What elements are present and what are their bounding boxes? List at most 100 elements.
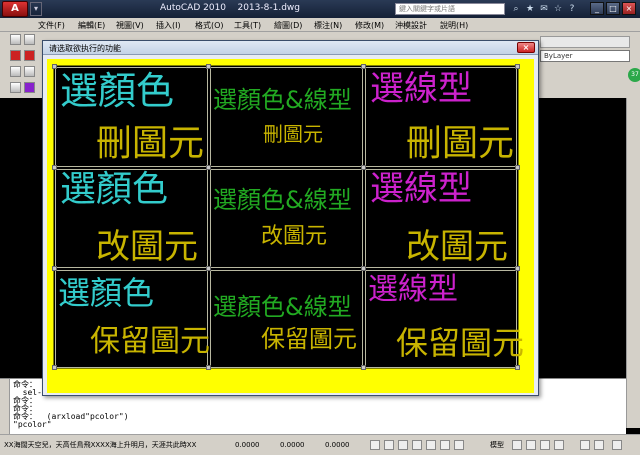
action-label: 刪圖元 <box>96 123 205 164</box>
model-tab[interactable]: 模型 <box>490 440 504 450</box>
menu-modify[interactable]: 修改(M) <box>355 20 384 31</box>
grip-point <box>52 64 57 69</box>
action-label: 保留圖元 <box>90 324 210 359</box>
grip-point <box>52 365 57 370</box>
close-button[interactable]: × <box>622 2 636 15</box>
command-window-grip[interactable] <box>0 379 10 435</box>
grip-point <box>361 64 366 69</box>
dialog-close-button[interactable]: × <box>517 42 535 53</box>
filter-label: 選線型 <box>370 169 472 209</box>
lock-icon[interactable] <box>594 440 604 450</box>
color-linetype-delete-button[interactable]: 選顏色&線型刪圖元 <box>210 67 363 167</box>
menu-bar: 文件(F) 編輯(E) 視圖(V) 插入(I) 格式(O) 工具(T) 繪圖(D… <box>0 18 640 32</box>
color-linetype-keep-button[interactable]: 選顏色&線型保留圖元 <box>210 270 363 368</box>
coordinate-z: 0.0000 <box>325 441 350 449</box>
workspace-icon[interactable] <box>580 440 590 450</box>
new-file-icon[interactable] <box>10 34 21 45</box>
minimize-button[interactable]: _ <box>590 2 604 15</box>
lineweight-toggle-icon[interactable] <box>454 440 464 450</box>
filter-label: 選顏色 <box>58 274 155 312</box>
color-keep-button[interactable]: 選顏色保留圖元 <box>55 270 210 368</box>
linetype-keep-button[interactable]: 選線型 保留圖元 <box>365 270 524 368</box>
toolbar-tool-icon[interactable] <box>10 66 21 77</box>
grip-point <box>52 165 57 170</box>
menu-tools[interactable]: 工具(T) <box>234 20 261 31</box>
help-search-input[interactable]: 鍵入關鍵字或片語 <box>395 3 505 15</box>
filter-label: 選線型 <box>368 272 458 307</box>
linetype-delete-button[interactable]: 選線型 刪圖元 <box>365 67 517 167</box>
grip-point <box>361 365 366 370</box>
vertical-scrollbar[interactable] <box>626 98 640 428</box>
toolbar-tool-icon[interactable] <box>24 50 35 61</box>
color-linetype-modify-button[interactable]: 選顏色&線型改圖元 <box>210 169 363 268</box>
maximize-button[interactable]: □ <box>606 2 620 15</box>
communication-center-icon[interactable]: ✉ <box>538 3 550 15</box>
subscription-icon[interactable]: ★ <box>524 3 536 15</box>
help-icon[interactable]: ? <box>566 3 578 15</box>
menu-edit[interactable]: 編輯(E) <box>78 20 105 31</box>
grip-point <box>515 165 520 170</box>
title-bar: A ▾ AutoCAD 2010 2013-8-1.dwg 鍵入關鍵字或片語 ⌕… <box>0 0 640 18</box>
grip-point <box>206 266 211 271</box>
dialog-title-bar[interactable]: 请选取欲执行的功能 × <box>43 41 538 55</box>
search-icon[interactable]: ⌕ <box>510 3 522 15</box>
filter-label: 選顏色&線型 <box>213 293 352 321</box>
zoom-icon[interactable] <box>540 440 550 450</box>
open-file-icon[interactable] <box>24 34 35 45</box>
toolbar-tool-icon[interactable] <box>10 82 21 93</box>
grip-point <box>361 266 366 271</box>
toolbar-tool-icon[interactable] <box>10 50 21 61</box>
polar-toggle-icon[interactable] <box>412 440 422 450</box>
grip-point <box>206 165 211 170</box>
lineweight-combo[interactable]: ByLayer <box>540 50 630 62</box>
action-label: 保留圖元 <box>261 325 357 353</box>
quick-access-dropdown-icon[interactable]: ▾ <box>30 2 42 16</box>
dialog-title: 请选取欲执行的功能 <box>49 44 121 53</box>
favorites-icon[interactable]: ☆ <box>552 3 564 15</box>
function-grid: 選顏色 刪圖元 選顏色&線型 刪圖元 選線型 刪圖元 選顏色 改圖元 選顏色&線型 改圖元 選線型改… <box>52 64 524 370</box>
toolbar-tool-icon[interactable] <box>24 66 35 77</box>
menu-draw[interactable]: 繪圖(D) <box>274 20 302 31</box>
pan-icon[interactable] <box>526 440 536 450</box>
action-label: 改圖元 <box>261 224 328 249</box>
action-label: 刪圖元 <box>263 122 323 146</box>
menu-die-design[interactable]: 沖模設計 <box>395 20 427 31</box>
linetype-modify-button[interactable]: 選線型改圖元 <box>365 169 517 268</box>
layout-icon[interactable] <box>512 440 522 450</box>
status-bar: XX海闊天空兒，天高任鳥飛XXXX海上升明月，天涯共此時XX 0.0000 0.… <box>0 434 640 455</box>
style-combo[interactable] <box>540 36 630 48</box>
menu-view[interactable]: 視圖(V) <box>116 20 144 31</box>
clean-screen-icon[interactable] <box>612 440 622 450</box>
grip-point <box>206 64 211 69</box>
coordinate-x: 0.0000 <box>235 441 260 449</box>
filter-label: 選顏色 <box>60 169 169 210</box>
grip-point <box>52 266 57 271</box>
status-message: XX海闊天空兒，天高任鳥飛XXXX海上升明月，天涯共此時XX <box>4 441 197 449</box>
otrack-toggle-icon[interactable] <box>440 440 450 450</box>
osnap-toggle-icon[interactable] <box>426 440 436 450</box>
ortho-toggle-icon[interactable] <box>398 440 408 450</box>
color-delete-button[interactable]: 選顏色刪圖元 <box>55 67 208 167</box>
menu-help[interactable]: 說明(H) <box>440 20 468 31</box>
annotation-scale-icon[interactable] <box>554 440 564 450</box>
grid-toggle-icon[interactable] <box>384 440 394 450</box>
coordinate-y: 0.0000 <box>280 441 305 449</box>
menu-format[interactable]: 格式(O) <box>195 20 224 31</box>
filter-label: 選顏色 <box>60 69 175 113</box>
grip-point <box>206 365 211 370</box>
autocad-logo-icon[interactable]: A <box>2 1 28 17</box>
dialog-body: 選顏色 刪圖元 選顏色&線型 刪圖元 選線型 刪圖元 選顏色 改圖元 選顏色&線型 改圖元 選線型改… <box>47 59 534 393</box>
function-select-dialog: 请选取欲执行的功能 × 選顏色 刪圖元 選顏色&線型 刪圖元 選線型 刪圖元 選顏色 改圖元選… <box>42 40 539 396</box>
color-modify-button[interactable]: 選顏色 改圖元 <box>55 169 208 268</box>
grip-point <box>515 266 520 271</box>
snap-toggle-icon[interactable] <box>370 440 380 450</box>
filter-label: 選顏色&線型 <box>213 186 352 214</box>
menu-insert[interactable]: 插入(I) <box>156 20 181 31</box>
grip-point <box>515 365 520 370</box>
window-title: AutoCAD 2010 2013-8-1.dwg <box>160 3 300 13</box>
filter-label: 選顏色&線型 <box>213 86 352 114</box>
menu-file[interactable]: 文件(F) <box>38 20 65 31</box>
toolbar-tool-icon[interactable] <box>24 82 35 93</box>
menu-dimension[interactable]: 標注(N) <box>314 20 342 31</box>
action-label: 改圖元 <box>406 227 508 267</box>
